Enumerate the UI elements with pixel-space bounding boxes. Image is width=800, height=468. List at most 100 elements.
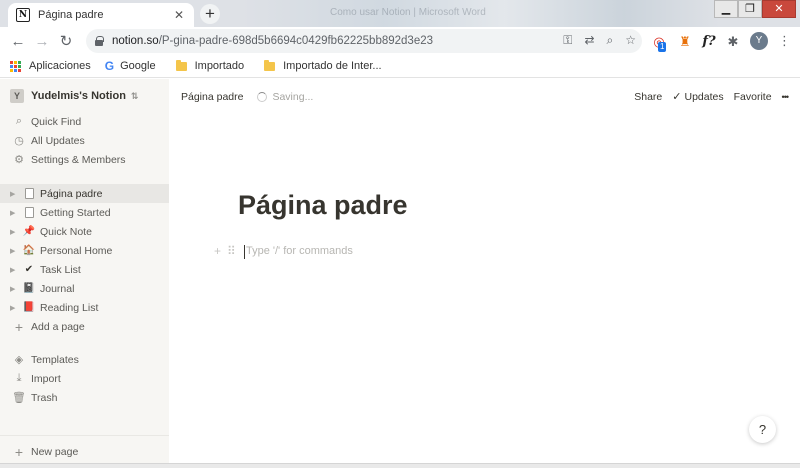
expand-triangle-icon[interactable]: ▶ [10, 266, 22, 274]
sidebar-page-getting-started[interactable]: ▶ Getting Started [0, 203, 169, 222]
window-minimize-button[interactable]: ▁ [714, 0, 738, 18]
plus-icon: + [14, 443, 24, 460]
bookmark-google-label: Google [120, 60, 156, 72]
workspace-name: Yudelmis's Notion [31, 90, 126, 102]
download-arrow-icon: ⤓ [16, 372, 22, 384]
sidebar-item-label: Quick Find [31, 115, 82, 128]
tab-close-icon[interactable]: ✕ [172, 8, 186, 22]
browser-menu-icon[interactable]: ⋮ [778, 33, 791, 49]
add-page-button[interactable]: + Add a page [0, 317, 169, 336]
search-icon: ⌕ [15, 115, 23, 127]
apps-grid-dot [10, 68, 13, 72]
expand-triangle-icon[interactable]: ▶ [10, 285, 22, 293]
bookmarks-bar: Aplicaciones G Google Importado Importad… [0, 55, 800, 78]
checkmark-icon: ✔ [24, 264, 34, 275]
expand-triangle-icon[interactable]: ▶ [10, 304, 22, 312]
address-bar[interactable]: notion.so/P-gina-padre-698d5b6694c0429fb… [86, 29, 642, 53]
page-title[interactable]: Página padre [238, 190, 408, 221]
extension-tower-icon[interactable]: ♜ [676, 33, 694, 51]
plus-icon: + [14, 318, 24, 335]
apps-grid-dot [18, 68, 21, 72]
sidebar-item-settings[interactable]: ⚙ Settings & Members [0, 150, 169, 169]
folder-icon [264, 59, 276, 71]
sidebar-item-import[interactable]: ⤓ Import [0, 369, 169, 388]
extension-badge: 1 [658, 42, 667, 52]
chevron-up-down-icon: ⇅ [130, 90, 139, 101]
window-maximize-button[interactable]: ❐ [738, 0, 762, 18]
bookmark-apps[interactable]: Aplicaciones [10, 60, 91, 72]
sidebar-item-templates[interactable]: ◈ Templates [0, 350, 169, 369]
notion-topbar: Página padre Saving... Share ✓ Updates Fa… [169, 79, 800, 115]
sidebar-item-label: Templates [31, 353, 79, 366]
reload-icon[interactable]: ↻ [54, 32, 78, 50]
pushpin-icon: 📌 [22, 226, 36, 237]
new-page-label: New page [31, 445, 79, 458]
drag-handle-icon[interactable]: ⠿ [227, 244, 236, 258]
new-page-button[interactable]: + New page [0, 442, 169, 461]
sidebar-page-task-list[interactable]: ▶ ✔ Task List [0, 260, 169, 279]
block-placeholder[interactable]: Type '/' for commands [246, 245, 353, 257]
checkmark-icon: ✓ [672, 91, 682, 103]
window-close-button[interactable]: ✕ [762, 0, 796, 18]
sidebar-page-label: Quick Note [40, 225, 92, 238]
forward-arrow-icon[interactable]: → [30, 33, 54, 50]
key-icon[interactable]: ⚿ [563, 33, 572, 48]
apps-grid-dot [18, 60, 21, 64]
bookmark-folder-importado-de-inter[interactable]: Importado de Inter... [258, 59, 382, 72]
back-arrow-icon[interactable]: ← [6, 33, 30, 50]
extensions-puzzle-icon[interactable]: ✱ [724, 33, 742, 51]
browser-tab-active[interactable]: N Página padre ✕ [8, 3, 194, 27]
sidebar-page-journal[interactable]: ▶ 📓 Journal [0, 279, 169, 298]
extension-function-icon[interactable]: f? [700, 33, 718, 51]
tab-title: Página padre [38, 9, 104, 21]
expand-triangle-icon[interactable]: ▶ [10, 190, 22, 198]
bookmark-apps-label: Aplicaciones [29, 60, 91, 72]
sidebar-page-reading-list[interactable]: ▶ 📕 Reading List [0, 298, 169, 317]
google-icon: G [104, 59, 115, 73]
sidebar-page-label: Journal [40, 282, 75, 295]
sidebar-item-label: All Updates [31, 134, 85, 147]
taskbar-strip [0, 463, 800, 468]
trash-icon: 🗑 [12, 392, 26, 404]
workspace-switcher[interactable]: Y Yudelmis's Notion ⇅ [10, 89, 138, 103]
sidebar-page-pagina-padre[interactable]: ▶ Página padre [0, 184, 169, 203]
updates-button[interactable]: ✓ Updates [672, 90, 723, 103]
updates-label: Updates [684, 91, 724, 103]
sidebar-item-quick-find[interactable]: ⌕ Quick Find [0, 112, 169, 131]
url-host: notion.so [112, 35, 159, 47]
help-button[interactable]: ? [749, 416, 776, 443]
share-button[interactable]: Share [634, 91, 662, 103]
clock-icon: ◷ [14, 135, 24, 147]
apps-grid-dot [10, 60, 13, 64]
expand-triangle-icon[interactable]: ▶ [10, 228, 22, 236]
bookmark-folder-importado[interactable]: Importado [170, 59, 245, 72]
new-tab-button[interactable]: + [200, 4, 220, 24]
sidebar-page-label: Getting Started [40, 206, 111, 219]
saving-status: Saving... [272, 91, 314, 103]
sidebar-page-quick-note[interactable]: ▶ 📌 Quick Note [0, 222, 169, 241]
sidebar-item-all-updates[interactable]: ◷ All Updates [0, 131, 169, 150]
breadcrumb[interactable]: Página padre [181, 91, 243, 103]
gear-icon: ⚙ [14, 154, 24, 166]
sidebar-item-label: Import [31, 372, 61, 385]
profile-avatar[interactable]: Y [750, 32, 768, 50]
workspace-avatar: Y [10, 89, 24, 103]
zoom-icon[interactable]: ⌕ [607, 33, 614, 48]
translate-icon[interactable]: ⇄ [584, 33, 594, 48]
sidebar-item-trash[interactable]: 🗑 Trash [0, 388, 169, 407]
sidebar-page-label: Personal Home [40, 244, 113, 257]
sidebar-item-label: Settings & Members [31, 153, 126, 166]
more-options-icon[interactable]: ••• [782, 92, 790, 102]
bookmark-star-icon[interactable]: ☆ [625, 33, 636, 48]
notion-sidebar: Y Yudelmis's Notion ⇅ ⌕ Quick Find ◷ All… [0, 79, 169, 468]
bookmark-importado-label: Importado [194, 60, 245, 72]
sidebar-page-personal-home[interactable]: ▶ 🏠 Personal Home [0, 241, 169, 260]
sidebar-page-label: Task List [40, 263, 81, 276]
bookmark-google[interactable]: G Google [105, 59, 156, 73]
expand-triangle-icon[interactable]: ▶ [10, 247, 22, 255]
expand-triangle-icon[interactable]: ▶ [10, 209, 22, 217]
add-block-plus-icon[interactable]: + [214, 244, 221, 258]
lock-icon [94, 36, 104, 46]
favorite-button[interactable]: Favorite [734, 91, 772, 103]
apps-grid-dot [14, 64, 17, 68]
